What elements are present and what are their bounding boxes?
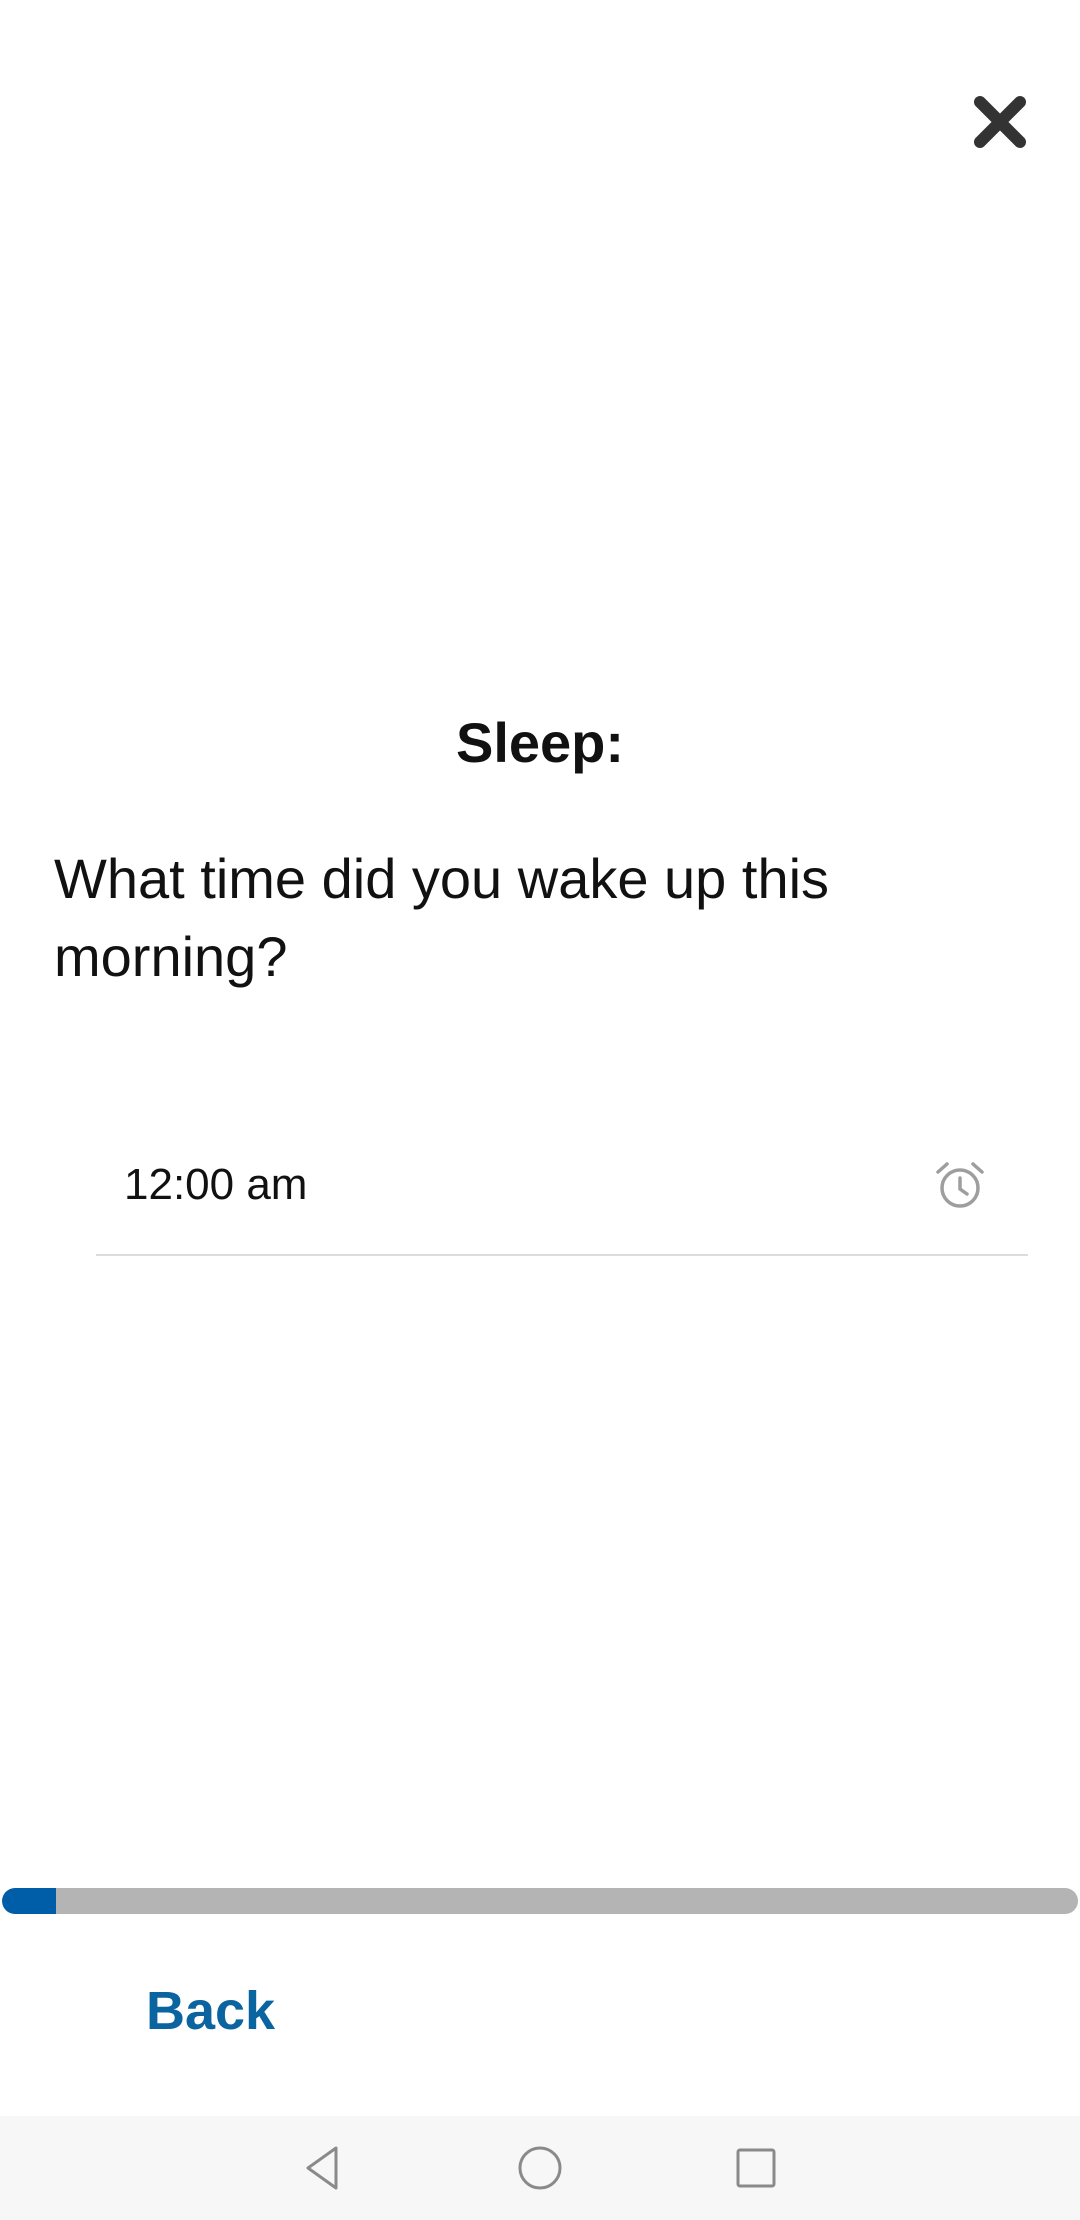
nav-home-icon[interactable] (512, 2140, 568, 2196)
sleep-question-screen: Sleep: What time did you wake up this mo… (0, 0, 1080, 2220)
question-text: What time did you wake up this morning? (54, 847, 830, 988)
progress-fill (2, 1888, 56, 1914)
nav-recents-icon[interactable] (728, 2140, 784, 2196)
section-title: Sleep: (455, 711, 625, 774)
close-button[interactable] (960, 82, 1040, 162)
progress-bar (2, 1888, 1078, 1914)
alarm-clock-icon (936, 1162, 984, 1208)
nav-back-icon[interactable] (296, 2140, 352, 2196)
back-button[interactable]: Back (146, 1980, 275, 2042)
wake-time-input[interactable]: 12:00 am (96, 1140, 1028, 1256)
close-icon (974, 96, 1026, 148)
time-value: 12:00 am (124, 1160, 308, 1209)
android-nav-bar (0, 2116, 1080, 2220)
